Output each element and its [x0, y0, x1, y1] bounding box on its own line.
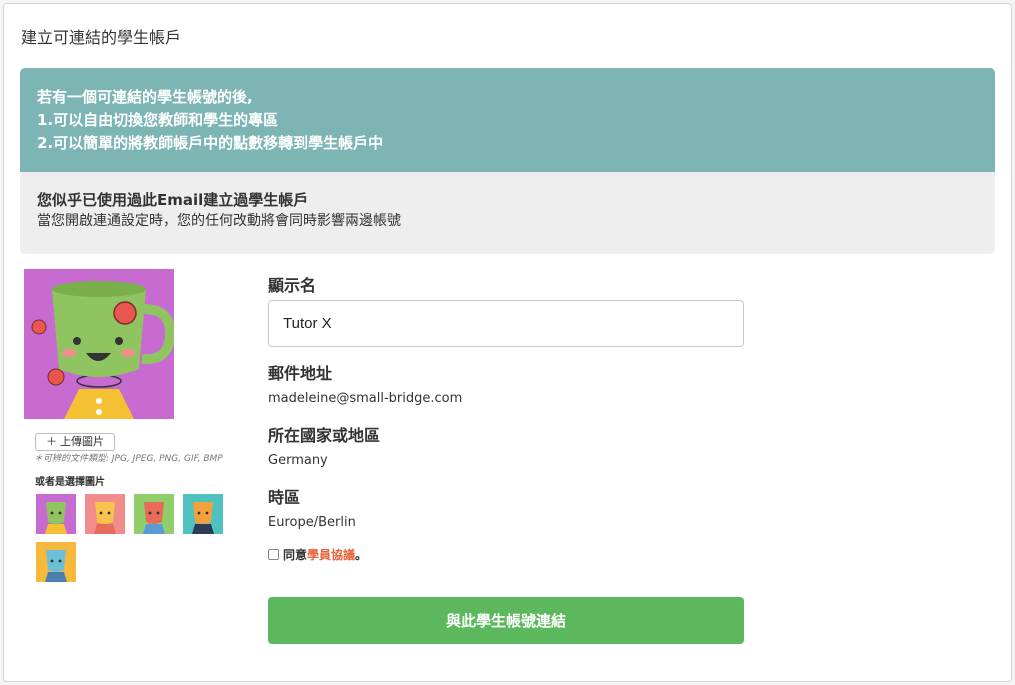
notice-title: 您似乎已使用過此Email建立過學生帳戶: [37, 191, 309, 209]
info-box: 若有一個可連結的學生帳號的後, 1.可以自由切換您教師和學生的專區 2.可以簡單…: [20, 68, 995, 254]
avatar-thumbnail[interactable]: [134, 494, 174, 534]
account-form: 顯示名 郵件地址 madeleine@small-bridge.com 所在國家…: [268, 276, 744, 563]
country-value: Germany: [268, 453, 328, 468]
panel-title: 建立可連結的學生帳戶: [21, 28, 182, 47]
timezone-label: 時區: [268, 488, 301, 507]
display-name-label: 顯示名: [268, 276, 317, 295]
avatar-thumbnail[interactable]: [36, 494, 76, 534]
benefits-banner: 若有一個可連結的學生帳號的後, 1.可以自由切換您教師和學生的專區 2.可以簡單…: [20, 68, 995, 172]
student-agreement-link[interactable]: 學員協議: [307, 546, 355, 563]
file-types-hint: ＊可辨的文件類型: JPG, JPEG, PNG, GIF, BMP: [34, 454, 223, 464]
agreement-row: 同意 學員協議 。: [268, 546, 744, 563]
benefit-line: 1.可以自由切換您教師和學生的專區: [37, 111, 279, 129]
upload-image-button[interactable]: ＋ 上傳圖片: [35, 433, 116, 451]
benefit-line: 若有一個可連結的學生帳號的後,: [37, 88, 253, 106]
avatar-thumbnail[interactable]: [183, 494, 223, 534]
choose-image-label: 或者是選擇圖片: [35, 477, 105, 488]
agreement-checkbox[interactable]: [268, 549, 279, 560]
avatar-thumbnails: [36, 494, 236, 590]
notice-text: 當您開啟連通設定時，您的任何改動將會同時影響兩邊帳號: [37, 213, 401, 229]
avatar-thumbnail[interactable]: [85, 494, 125, 534]
country-label: 所在國家或地區: [268, 426, 381, 445]
link-student-account-button[interactable]: 與此學生帳號連結: [268, 597, 744, 644]
avatar-thumbnail[interactable]: [36, 542, 76, 582]
agreement-suffix: 。: [355, 548, 368, 562]
timezone-value: Europe/Berlin: [268, 515, 356, 530]
agreement-prefix: 同意: [283, 548, 308, 562]
avatar-column: ＋ 上傳圖片 ＊可辨的文件類型: JPG, JPEG, PNG, GIF, BM…: [24, 269, 234, 590]
benefit-line: 2.可以簡單的將教師帳戶中的點數移轉到學生帳戶中: [37, 134, 384, 152]
email-value: madeleine@small-bridge.com: [268, 391, 463, 406]
email-label: 郵件地址: [268, 364, 333, 383]
existing-account-notice: 您似乎已使用過此Email建立過學生帳戶 當您開啟連通設定時，您的任何改動將會同…: [20, 172, 995, 232]
display-name-input[interactable]: [268, 300, 744, 347]
avatar-image: [24, 269, 174, 419]
